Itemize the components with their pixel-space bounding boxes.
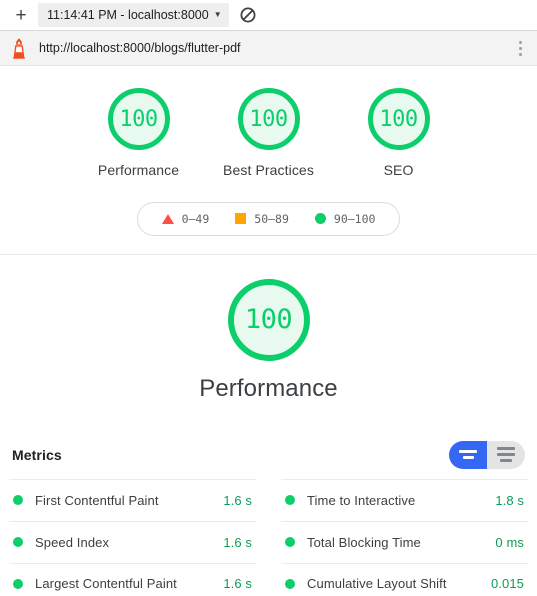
- legend-range-average: 50–89: [254, 211, 289, 226]
- browser-tab[interactable]: 11:14:41 PM - localhost:8000 ▼: [38, 3, 229, 27]
- metric-name: Largest Contentful Paint: [35, 576, 177, 592]
- lighthouse-report: 100 Performance 100 Best Practices 100 S…: [0, 66, 537, 596]
- gauge-ring-seo: 100: [367, 88, 430, 150]
- kebab-menu-icon[interactable]: [509, 35, 531, 61]
- performance-gauge: 100: [227, 278, 310, 361]
- browser-tab-bar: + 11:14:41 PM - localhost:8000 ▼: [0, 0, 537, 31]
- metric-row-cumulative-layout-shift[interactable]: Cumulative Layout Shift 0.015: [281, 562, 528, 596]
- metric-name: Speed Index: [35, 534, 110, 550]
- legend-item-average: 50–89: [235, 212, 289, 226]
- gauge-ring-best-practices: 100: [237, 88, 300, 150]
- pass-circle-icon: [13, 578, 23, 589]
- url-text[interactable]: http://localhost:8000/blogs/flutter-pdf: [39, 41, 509, 55]
- pass-circle-icon: [285, 495, 295, 506]
- gauge-score-seo: 100: [379, 106, 418, 132]
- no-entry-icon[interactable]: [239, 6, 257, 24]
- metrics-header: Metrics: [0, 435, 537, 479]
- metric-row-speed-index[interactable]: Speed Index 1.6 s: [9, 520, 256, 563]
- chevron-down-icon[interactable]: ▼: [214, 11, 222, 19]
- gauge-best-practices[interactable]: 100 Best Practices: [217, 88, 321, 180]
- lighthouse-icon: [9, 37, 29, 59]
- metrics-grid: First Contentful Paint 1.6 s Speed Index…: [0, 478, 537, 596]
- metrics-view-toggle[interactable]: [449, 440, 525, 469]
- metric-name: First Contentful Paint: [35, 492, 159, 508]
- new-tab-icon[interactable]: +: [8, 3, 34, 27]
- performance-gauge-score: 100: [244, 304, 293, 336]
- pass-circle-icon: [314, 213, 326, 225]
- metrics-column-right: Time to Interactive 1.8 s Total Blocking…: [281, 478, 528, 596]
- legend-item-pass: 90–100: [314, 211, 376, 226]
- pass-circle-icon: [13, 495, 23, 506]
- gauge-score-performance: 100: [119, 106, 158, 132]
- metric-row-first-contentful-paint[interactable]: First Contentful Paint 1.6 s: [9, 478, 256, 521]
- pass-circle-icon: [285, 578, 295, 589]
- performance-section-header: 100 Performance: [0, 255, 537, 435]
- metric-value: 1.6 s: [223, 534, 252, 550]
- gauge-label-seo: SEO: [383, 162, 414, 178]
- gauge-label-performance: Performance: [97, 162, 180, 178]
- simple-view-icon[interactable]: [449, 440, 487, 469]
- gauge-performance[interactable]: 100 Performance: [87, 88, 191, 180]
- metric-value: 1.6 s: [223, 576, 252, 592]
- metric-row-largest-contentful-paint[interactable]: Largest Contentful Paint 1.6 s: [9, 562, 256, 596]
- detailed-view-icon[interactable]: [487, 440, 525, 469]
- metric-name: Total Blocking Time: [307, 534, 421, 550]
- gauges-row: 100 Performance 100 Best Practices 100 S…: [0, 88, 537, 180]
- metric-name: Cumulative Layout Shift: [307, 576, 447, 592]
- score-legend-wrap: 0–49 50–89 90–100: [0, 201, 537, 236]
- metric-name: Time to Interactive: [307, 492, 416, 508]
- legend-range-pass: 90–100: [333, 211, 376, 226]
- metrics-column-left: First Contentful Paint 1.6 s Speed Index…: [9, 478, 256, 596]
- score-summary: 100 Performance 100 Best Practices 100 S…: [0, 66, 537, 254]
- browser-address-bar[interactable]: http://localhost:8000/blogs/flutter-pdf: [0, 31, 537, 66]
- metric-value: 0.015: [490, 576, 524, 592]
- metrics-heading: Metrics: [12, 446, 62, 463]
- gauge-label-best-practices: Best Practices: [223, 162, 314, 178]
- metric-value: 1.8 s: [495, 492, 524, 508]
- metric-row-total-blocking-time[interactable]: Total Blocking Time 0 ms: [281, 520, 528, 563]
- average-square-icon: [235, 213, 247, 225]
- metric-row-time-to-interactive[interactable]: Time to Interactive 1.8 s: [281, 478, 528, 521]
- legend-item-fail: 0–49: [161, 211, 210, 226]
- legend-range-fail: 0–49: [181, 211, 210, 226]
- gauge-ring-performance: 100: [107, 88, 170, 150]
- pass-circle-icon: [285, 537, 295, 548]
- score-legend: 0–49 50–89 90–100: [136, 201, 401, 236]
- gauge-score-best-practices: 100: [249, 106, 288, 132]
- metric-value: 1.6 s: [223, 492, 252, 508]
- gauge-seo[interactable]: 100 SEO: [347, 88, 451, 180]
- page-title: Performance: [199, 374, 338, 402]
- metric-value: 0 ms: [495, 534, 524, 550]
- fail-triangle-icon: [161, 213, 174, 224]
- pass-circle-icon: [13, 537, 23, 548]
- browser-tab-title: 11:14:41 PM - localhost:8000: [47, 8, 209, 22]
